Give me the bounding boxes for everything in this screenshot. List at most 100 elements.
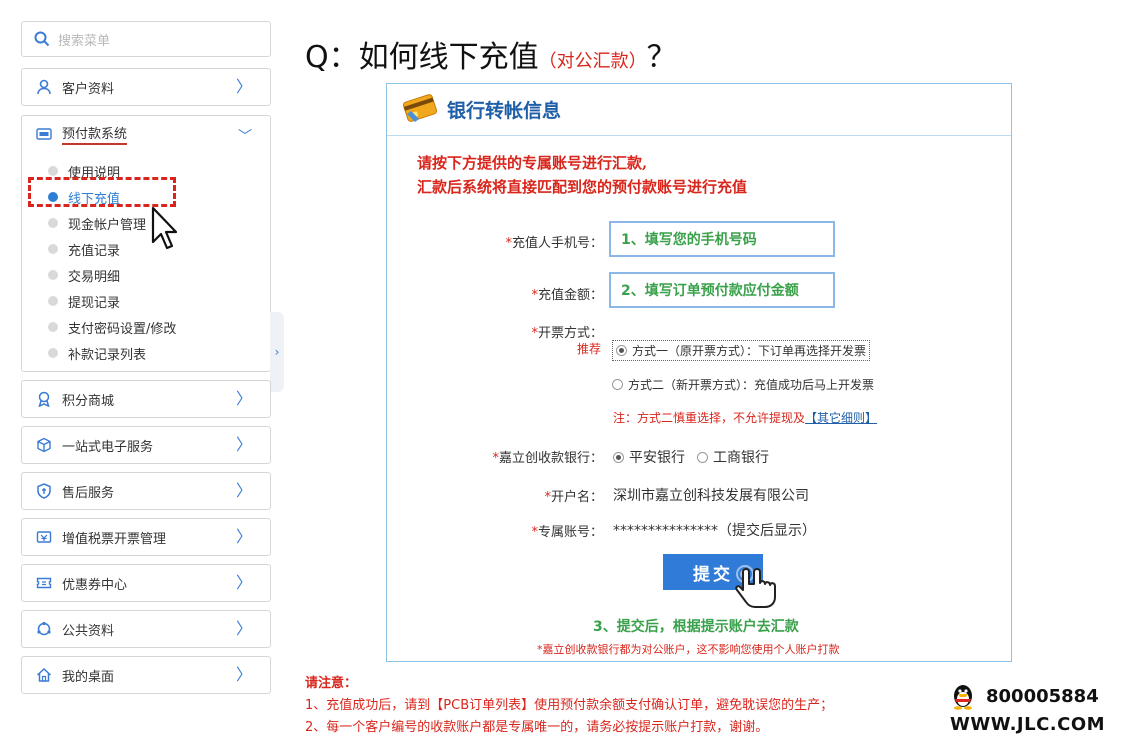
search-input[interactable]: 搜索菜单 bbox=[58, 30, 110, 49]
shield-icon bbox=[36, 483, 52, 499]
invoice-note: 注：方式二慎重选择，不允许提现及【其它细则】 bbox=[613, 411, 878, 425]
chevron-right-icon: 〉 bbox=[235, 573, 252, 592]
bullet-icon bbox=[48, 218, 58, 228]
radio-checked-icon[interactable] bbox=[613, 451, 624, 463]
search-icon bbox=[34, 31, 50, 47]
account-number-value: ***************（提交后显示） bbox=[613, 523, 816, 539]
bullet-icon bbox=[48, 322, 58, 332]
submenu-label: 交易明细 bbox=[68, 269, 121, 285]
attention-line: 1、充值成功后，请到【PCB订单列表】使用预付款余额支付确认订单，避免耽误您的生… bbox=[305, 698, 834, 713]
sidebar-item-customer[interactable]: 客户资料 〉 bbox=[21, 68, 271, 106]
sidebar-group-prepay: 预付款系统 ﹀ 使用说明 线下充值 现金帐户管理 充值记录 交易明细 提现记录 … bbox=[21, 115, 271, 372]
title-tail: ？ bbox=[646, 40, 677, 75]
sidebar-item-one-stop[interactable]: 一站式电子服务 〉 bbox=[21, 426, 271, 464]
submenu-label: 充值记录 bbox=[68, 243, 121, 259]
submenu-item-transactions[interactable]: 交易明细 bbox=[22, 262, 270, 288]
sidebar-item-coupons[interactable]: 优惠券中心 〉 bbox=[21, 564, 271, 602]
user-icon bbox=[36, 79, 52, 95]
phone-number: 800005884 bbox=[986, 685, 1099, 707]
bank-option-label: 工商银行 bbox=[713, 450, 769, 466]
sidebar-item-after-sales[interactable]: 售后服务 〉 bbox=[21, 472, 271, 510]
notice-line: 汇款后系统将直接匹配到您的预付款账号进行充值 bbox=[417, 178, 748, 196]
sidebar-item-label: 增值税票开票管理 bbox=[62, 531, 167, 547]
account-number-label: *专属账号： bbox=[531, 525, 603, 540]
bank-label: *嘉立创收款银行： bbox=[492, 451, 603, 466]
radio-checked-icon[interactable] bbox=[616, 345, 627, 356]
invoice-option-1[interactable]: 方式一（原开票方式）：下订单再选择开发票 bbox=[612, 340, 871, 361]
sidebar-item-label: 积分商城 bbox=[62, 393, 115, 409]
submenu-item-cash-account[interactable]: 现金帐户管理 bbox=[22, 210, 270, 236]
bank-option-pingan[interactable]: 平安银行 bbox=[613, 447, 685, 467]
sidebar-item-label: 我的桌面 bbox=[62, 669, 115, 685]
title-main: Q：如何线下充值 bbox=[305, 40, 539, 75]
chevron-right-icon: 〉 bbox=[235, 389, 252, 408]
amount-input-value: 2、填写订单预付款应付金额 bbox=[621, 283, 799, 299]
phone-input[interactable]: 1、填写您的手机号码 bbox=[609, 221, 835, 257]
account-holder-label: *开户名： bbox=[544, 490, 603, 505]
radio-unchecked-icon[interactable] bbox=[612, 379, 623, 390]
highlight-frame bbox=[28, 177, 176, 207]
sidebar-item-points-mall[interactable]: 积分商城 〉 bbox=[21, 380, 271, 418]
sidebar-item-prepay[interactable]: 预付款系统 ﹀ bbox=[22, 116, 270, 152]
menu-search-box[interactable]: 搜索菜单 bbox=[21, 21, 271, 57]
invoice-method-label: *开票方式： bbox=[531, 326, 603, 341]
phone-label: *充值人手机号： bbox=[505, 236, 603, 251]
bank-card-icon bbox=[401, 92, 439, 128]
chevron-right-icon: 〉 bbox=[235, 665, 252, 684]
website-url: WWW.JLC.COM bbox=[950, 714, 1106, 735]
coupon-icon bbox=[36, 575, 52, 591]
panel-title: 银行转帐信息 bbox=[447, 100, 562, 122]
bank-option-label: 平安银行 bbox=[629, 450, 685, 466]
panel-header: 银行转帐信息 bbox=[387, 84, 1011, 136]
recommend-tag: 推荐 bbox=[577, 342, 602, 356]
chevron-right-icon: 〉 bbox=[235, 481, 252, 500]
invoice-option-1-label: 方式一（原开票方式）：下订单再选择开发票 bbox=[632, 344, 867, 358]
notice-line: 请按下方提供的专属账号进行汇款, bbox=[417, 154, 648, 172]
page-title: Q：如何线下充值（对公汇款）？ bbox=[305, 32, 677, 76]
qq-penguin-icon bbox=[954, 685, 972, 710]
chevron-right-icon: 〉 bbox=[235, 77, 252, 96]
hand-pointer-icon bbox=[735, 565, 776, 608]
chevron-right-icon: 〉 bbox=[235, 619, 252, 638]
bank-transfer-panel: 银行转帐信息 请按下方提供的专属账号进行汇款, 汇款后系统将直接匹配到您的预付款… bbox=[386, 83, 1012, 662]
submenu-label: 补款记录列表 bbox=[68, 347, 147, 363]
sidebar-item-vat-invoice[interactable]: 增值税票开票管理 〉 bbox=[21, 518, 271, 556]
phone-input-value: 1、填写您的手机号码 bbox=[621, 232, 757, 248]
amount-input[interactable]: 2、填写订单预付款应付金额 bbox=[609, 272, 835, 308]
sidebar-item-label: 一站式电子服务 bbox=[62, 439, 154, 455]
corporate-account-note: *嘉立创收款银行都为对公账户，这不影响您使用个人账户打款 bbox=[537, 643, 840, 656]
amount-label: *充值金额： bbox=[531, 288, 603, 303]
sidebar-item-label: 优惠券中心 bbox=[62, 577, 128, 593]
sidebar-item-my-desktop[interactable]: 我的桌面 〉 bbox=[21, 656, 271, 694]
sidebar-item-label: 预付款系统 bbox=[62, 123, 128, 145]
bank-option-icbc[interactable]: 工商银行 bbox=[697, 447, 769, 467]
attention-notes: 请注意： 1、充值成功后，请到【PCB订单列表】使用预付款余额支付确认订单，避免… bbox=[305, 673, 833, 739]
prepay-icon bbox=[36, 126, 52, 142]
sidebar-item-label: 公共资料 bbox=[62, 623, 115, 639]
title-sub: （对公汇款） bbox=[538, 51, 647, 72]
invoice-icon bbox=[36, 529, 52, 545]
chevron-right-icon: 〉 bbox=[235, 435, 252, 454]
chevron-down-icon[interactable]: ﹀ bbox=[238, 126, 252, 146]
invoice-option-2-label: 方式二（新开票方式）：充值成功后马上开发票 bbox=[628, 378, 875, 392]
submenu-item-recharge-records[interactable]: 充值记录 bbox=[22, 236, 270, 262]
sidebar-item-label: 客户资料 bbox=[62, 81, 115, 97]
submenu-item-supplement-records[interactable]: 补款记录列表 bbox=[22, 340, 270, 366]
submenu-label: 提现记录 bbox=[68, 295, 121, 311]
submenu-label: 支付密码设置/修改 bbox=[68, 321, 177, 337]
other-rules-link[interactable]: 【其它细则】 bbox=[805, 411, 877, 425]
account-holder-value: 深圳市嘉立创科技发展有限公司 bbox=[613, 488, 809, 504]
submenu-item-pay-password[interactable]: 支付密码设置/修改 bbox=[22, 314, 270, 340]
cursor-arrow-icon bbox=[151, 206, 178, 250]
sidebar-item-public-info[interactable]: 公共资料 〉 bbox=[21, 610, 271, 648]
sidebar-collapse-tab[interactable]: › bbox=[270, 312, 284, 392]
sidebar-item-label: 售后服务 bbox=[62, 485, 115, 501]
submenu-label: 现金帐户管理 bbox=[68, 217, 147, 233]
radio-unchecked-icon[interactable] bbox=[697, 451, 708, 463]
bullet-icon bbox=[48, 348, 58, 358]
submenu-item-withdrawals[interactable]: 提现记录 bbox=[22, 288, 270, 314]
attention-title: 请注意： bbox=[305, 676, 358, 691]
home-icon bbox=[36, 667, 52, 683]
invoice-option-2[interactable]: 方式二（新开票方式）：充值成功后马上开发票 bbox=[612, 376, 874, 393]
invoice-option-1-frame: 方式一（原开票方式）：下订单再选择开发票 bbox=[612, 340, 871, 361]
